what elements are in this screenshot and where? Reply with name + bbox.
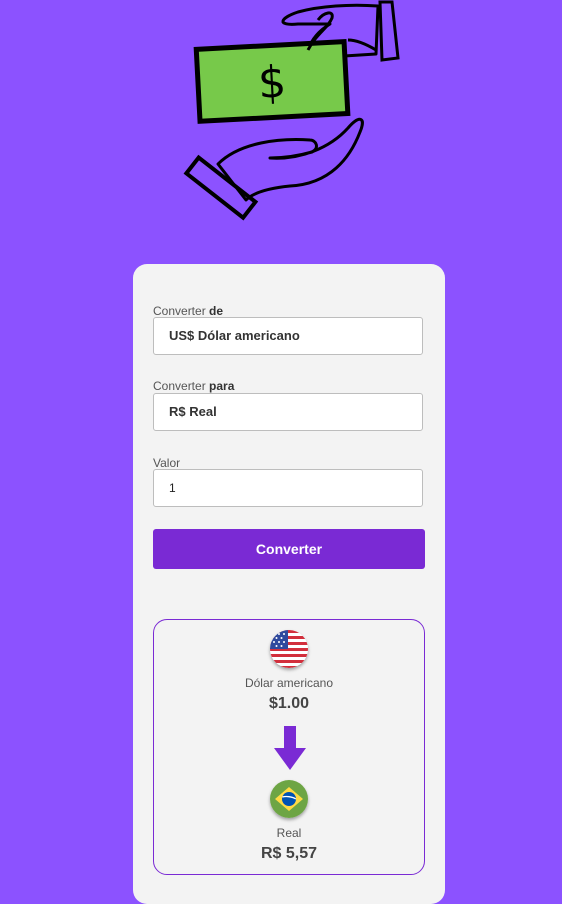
to-currency-select[interactable]: R$ Real: [153, 393, 423, 431]
converter-card: Converter de US$ Dólar americano Convert…: [133, 264, 445, 904]
arrow-down-icon: [274, 726, 306, 770]
svg-text:$: $: [257, 57, 288, 109]
brazil-flag-icon: [270, 780, 308, 818]
from-amount: $1.00: [268, 695, 310, 712]
from-currency-select[interactable]: US$ Dólar americano: [153, 317, 423, 355]
from-currency-name: Dólar americano: [244, 676, 334, 690]
amount-input[interactable]: 1: [153, 469, 423, 507]
money-hand-icon: $: [183, 0, 400, 221]
to-label: Converter para: [153, 379, 235, 393]
to-currency-name: Real: [276, 826, 302, 840]
us-flag-icon: [270, 630, 308, 668]
convert-button[interactable]: Converter: [153, 529, 425, 569]
to-amount: R$ 5,57: [260, 845, 318, 862]
amount-label: Valor: [153, 456, 181, 470]
from-label: Converter de: [153, 304, 224, 318]
result-panel: Dólar americano $1.00 Real R$ 5,57: [153, 619, 425, 875]
